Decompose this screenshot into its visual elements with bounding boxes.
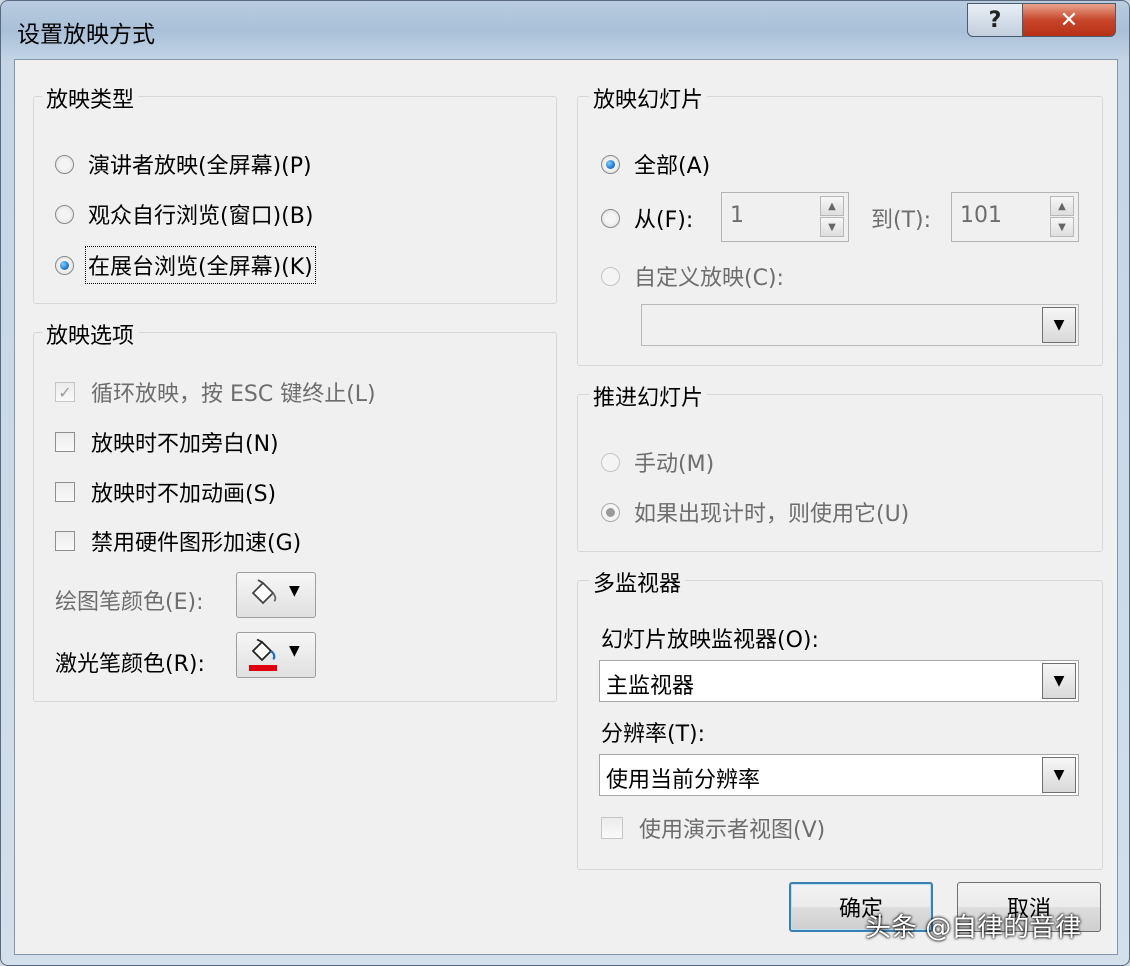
checkbox-loop[interactable]: ✓ 循环放映，按 ESC 键终止(L) bbox=[55, 376, 376, 408]
radio-dot-icon bbox=[606, 507, 615, 517]
stepper-up-icon[interactable]: ▲ bbox=[1050, 196, 1074, 216]
monitor-value: 主监视器 bbox=[606, 674, 695, 699]
resolution-value: 使用当前分辨率 bbox=[606, 768, 761, 793]
stepper-down-icon[interactable]: ▼ bbox=[1050, 217, 1074, 237]
radio-presenter[interactable]: 演讲者放映(全屏幕)(P) bbox=[55, 148, 312, 180]
radio-presenter-circle[interactable] bbox=[55, 154, 74, 174]
paint-bucket-icon bbox=[249, 639, 277, 671]
radio-use-timings-circle[interactable] bbox=[601, 502, 620, 522]
help-icon: ? bbox=[988, 7, 1002, 33]
laser-color-button[interactable]: ▼ bbox=[236, 632, 316, 678]
radio-manual-label: 手动(M) bbox=[634, 452, 715, 477]
checkbox-no-animation-box[interactable] bbox=[55, 482, 75, 502]
radio-kiosk-label: 在展台浏览(全屏幕)(K) bbox=[85, 246, 316, 284]
radio-all-slides-circle[interactable] bbox=[601, 154, 620, 174]
radio-manual[interactable]: 手动(M) bbox=[601, 446, 714, 478]
to-slide-value: 101 bbox=[960, 203, 1002, 228]
monitors-title: 多监视器 bbox=[589, 566, 686, 598]
radio-presenter-label: 演讲者放映(全屏幕)(P) bbox=[88, 154, 312, 179]
checkbox-presenter-view[interactable]: 使用演示者视图(V) bbox=[601, 812, 825, 844]
laser-color-label: 激光笔颜色(R): bbox=[55, 652, 205, 677]
checkbox-no-animation-label: 放映时不加动画(S) bbox=[91, 482, 277, 507]
checkbox-presenter-view-box[interactable] bbox=[601, 817, 623, 839]
checkbox-no-narration-box[interactable] bbox=[55, 432, 75, 452]
show-options-title: 放映选项 bbox=[42, 318, 139, 350]
checkbox-no-narration[interactable]: 放映时不加旁白(N) bbox=[55, 426, 279, 458]
show-type-title: 放映类型 bbox=[42, 82, 139, 114]
checkbox-loop-box[interactable]: ✓ bbox=[55, 382, 75, 402]
watermark-text: 头条 @自律的音律 bbox=[865, 913, 1082, 943]
monitor-label: 幻灯片放映监视器(O): bbox=[601, 628, 819, 653]
radio-use-timings[interactable]: 如果出现计时，则使用它(U) bbox=[601, 496, 909, 528]
close-icon: ✕ bbox=[1059, 7, 1079, 33]
checkbox-no-animation[interactable]: 放映时不加动画(S) bbox=[55, 476, 276, 508]
resolution-label: 分辨率(T): bbox=[601, 722, 706, 747]
close-button[interactable]: ✕ bbox=[1022, 3, 1116, 37]
radio-from-slide-circle[interactable] bbox=[601, 208, 620, 228]
checkbox-disable-hw-accel-box[interactable] bbox=[55, 531, 75, 551]
checkbox-disable-hw-accel[interactable]: 禁用硬件图形加速(G) bbox=[55, 525, 301, 557]
to-slide-label: 到(T): bbox=[871, 208, 932, 233]
stepper-down-icon[interactable]: ▼ bbox=[820, 217, 844, 237]
pen-color-label: 绘图笔颜色(E): bbox=[55, 590, 204, 615]
from-slide-stepper[interactable]: 1 ▲ ▼ bbox=[721, 192, 849, 242]
custom-show-select[interactable]: ▼ bbox=[641, 304, 1079, 346]
to-slide-stepper[interactable]: 101 ▲ ▼ bbox=[951, 192, 1079, 242]
radio-browse-window[interactable]: 观众自行浏览(窗口)(B) bbox=[55, 198, 313, 230]
radio-browse-window-circle[interactable] bbox=[55, 204, 74, 224]
dialog-title: 设置放映方式 bbox=[17, 22, 155, 48]
advance-title: 推进幻灯片 bbox=[589, 380, 708, 412]
monitor-select[interactable]: 主监视器 ▼ bbox=[599, 660, 1079, 702]
chevron-down-icon[interactable]: ▼ bbox=[1042, 757, 1076, 793]
checkmark-icon: ✓ bbox=[58, 382, 72, 402]
paint-bucket-icon bbox=[251, 579, 277, 605]
dialog-client-area: 放映类型 演讲者放映(全屏幕)(P) 观众自行浏览(窗口)(B) 在展台浏览(全… bbox=[14, 59, 1118, 955]
checkbox-no-narration-label: 放映时不加旁白(N) bbox=[91, 432, 279, 457]
radio-from-slide-label: 从(F): bbox=[634, 208, 694, 233]
radio-use-timings-label: 如果出现计时，则使用它(U) bbox=[634, 502, 910, 527]
radio-custom-show-circle[interactable] bbox=[601, 266, 620, 286]
radio-all-slides[interactable]: 全部(A) bbox=[601, 148, 710, 180]
radio-custom-show[interactable]: 自定义放映(C): bbox=[601, 260, 784, 292]
chevron-down-icon[interactable]: ▼ bbox=[1042, 663, 1076, 699]
radio-kiosk[interactable]: 在展台浏览(全屏幕)(K) bbox=[55, 246, 316, 284]
chevron-down-icon[interactable]: ▼ bbox=[1042, 307, 1076, 343]
help-button[interactable]: ? bbox=[967, 3, 1023, 37]
from-slide-value: 1 bbox=[730, 203, 744, 228]
radio-kiosk-circle[interactable] bbox=[55, 255, 74, 275]
pen-color-button[interactable]: ▼ bbox=[236, 572, 316, 618]
radio-manual-circle[interactable] bbox=[601, 452, 620, 472]
stepper-up-icon[interactable]: ▲ bbox=[820, 196, 844, 216]
radio-from-slide[interactable]: 从(F): bbox=[601, 202, 693, 234]
chevron-down-icon: ▼ bbox=[289, 643, 300, 659]
resolution-select[interactable]: 使用当前分辨率 ▼ bbox=[599, 754, 1079, 796]
checkbox-loop-label: 循环放映，按 ESC 键终止(L) bbox=[91, 382, 376, 407]
dialog-window: 设置放映方式 ? ✕ 放映类型 演讲者放映(全屏幕)(P) 观众自行浏览(窗口)… bbox=[0, 0, 1130, 966]
title-bar[interactable]: 设置放映方式 ? ✕ bbox=[1, 1, 1129, 57]
radio-browse-window-label: 观众自行浏览(窗口)(B) bbox=[88, 204, 314, 229]
show-slides-title: 放映幻灯片 bbox=[589, 82, 708, 114]
chevron-down-icon: ▼ bbox=[289, 583, 300, 599]
radio-all-slides-label: 全部(A) bbox=[634, 154, 711, 179]
radio-custom-show-label: 自定义放映(C): bbox=[634, 266, 784, 291]
checkbox-presenter-view-label: 使用演示者视图(V) bbox=[639, 818, 826, 843]
checkbox-disable-hw-accel-label: 禁用硬件图形加速(G) bbox=[91, 531, 302, 556]
